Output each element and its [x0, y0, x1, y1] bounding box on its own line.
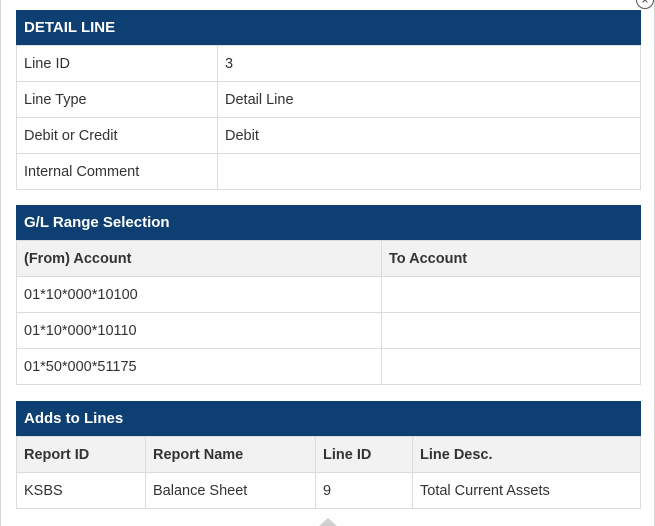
to-account-cell	[381, 348, 641, 385]
column-header-line-desc: Line Desc.	[412, 436, 641, 473]
field-value: Debit	[217, 117, 641, 154]
table-row: Debit or Credit Debit	[16, 117, 641, 154]
table-row: Line ID 3	[16, 45, 641, 82]
column-header-to-account: To Account	[381, 240, 641, 277]
detail-line-header: DETAIL LINE	[16, 10, 641, 45]
table-row: Internal Comment	[16, 153, 641, 190]
from-account-cell: 01*10*000*10110	[16, 312, 382, 349]
report-id-cell: KSBS	[16, 472, 146, 509]
column-header-report-name: Report Name	[145, 436, 316, 473]
table-row: 01*50*000*51175	[16, 348, 641, 385]
gl-range-section: G/L Range Selection (From) Account To Ac…	[16, 205, 641, 385]
line-id-cell: 9	[315, 472, 413, 509]
adds-to-lines-table: Report ID Report Name Line ID Line Desc.…	[16, 436, 641, 509]
field-value	[217, 153, 641, 190]
gl-range-table: (From) Account To Account 01*10*000*1010…	[16, 240, 641, 385]
detail-line-popup: × DETAIL LINE Line ID 3 Line Type Detail…	[0, 0, 655, 526]
from-account-cell: 01*50*000*51175	[16, 348, 382, 385]
detail-line-section: DETAIL LINE Line ID 3 Line Type Detail L…	[16, 10, 641, 190]
column-header-line-id: Line ID	[315, 436, 413, 473]
to-account-cell	[381, 276, 641, 313]
field-label: Debit or Credit	[16, 117, 218, 154]
detail-line-table: Line ID 3 Line Type Detail Line Debit or…	[16, 45, 641, 190]
line-desc-cell: Total Current Assets	[412, 472, 641, 509]
field-value: Detail Line	[217, 81, 641, 118]
report-name-cell: Balance Sheet	[145, 472, 316, 509]
close-icon[interactable]: ×	[636, 0, 654, 9]
adds-to-lines-section: Adds to Lines Report ID Report Name Line…	[16, 401, 641, 509]
field-label: Line ID	[16, 45, 218, 82]
from-account-cell: 01*10*000*10100	[16, 276, 382, 313]
gl-range-header: G/L Range Selection	[16, 205, 641, 240]
table-row: KSBS Balance Sheet 9 Total Current Asset…	[16, 472, 641, 509]
table-row: 01*10*000*10110	[16, 312, 641, 349]
table-header-row: (From) Account To Account	[16, 240, 641, 277]
field-label: Internal Comment	[16, 153, 218, 190]
popup-pointer	[319, 518, 337, 526]
table-row: Line Type Detail Line	[16, 81, 641, 118]
field-label: Line Type	[16, 81, 218, 118]
adds-to-lines-header: Adds to Lines	[16, 401, 641, 436]
field-value: 3	[217, 45, 641, 82]
table-header-row: Report ID Report Name Line ID Line Desc.	[16, 436, 641, 473]
column-header-report-id: Report ID	[16, 436, 146, 473]
to-account-cell	[381, 312, 641, 349]
column-header-from-account: (From) Account	[16, 240, 382, 277]
table-row: 01*10*000*10100	[16, 276, 641, 313]
